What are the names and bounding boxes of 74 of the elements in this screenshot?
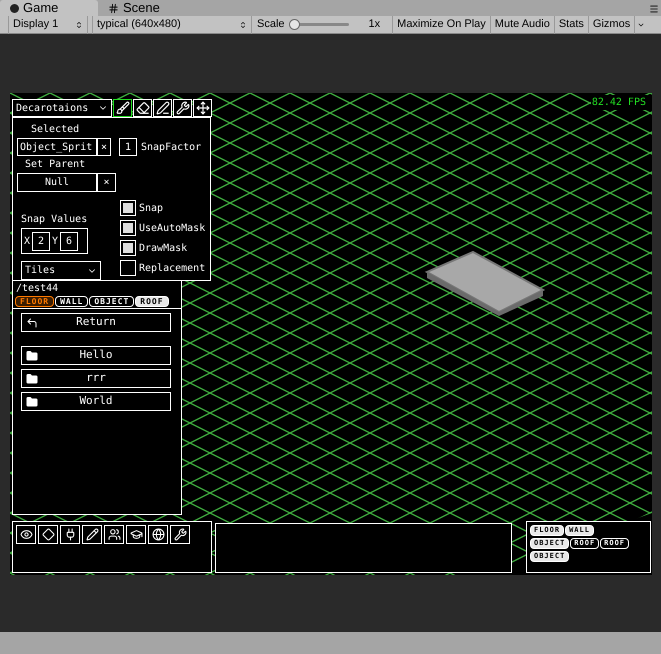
bottom-tool-button[interactable] [60, 525, 80, 544]
tool-button[interactable] [113, 99, 132, 117]
checkbox[interactable] [120, 240, 136, 256]
parent-field: Null [17, 173, 97, 192]
clear-button[interactable]: × [97, 138, 111, 156]
move-icon [196, 101, 210, 115]
clear-button[interactable]: × [97, 173, 116, 192]
folder-icon [26, 372, 38, 384]
snap-values-label: Snap Values [21, 213, 88, 227]
diamond-icon [42, 528, 54, 541]
display-dropdown[interactable]: Display 1 [8, 16, 88, 34]
x-field[interactable]: 2 [32, 232, 50, 250]
grid-icon [108, 2, 119, 14]
bottom-tool-button[interactable] [38, 525, 58, 544]
globe-icon [152, 528, 164, 541]
snap-factor-label: SnapFactor [141, 140, 202, 154]
return-icon [26, 316, 38, 328]
layer-tab[interactable]: FLOOR [15, 296, 54, 307]
scale-value: 1x [368, 17, 380, 32]
checkbox-label: DrawMask [139, 242, 188, 256]
x-label: X [24, 234, 30, 248]
editor-tab[interactable]: Game [0, 0, 98, 16]
resolution-dropdown[interactable]: typical (640x480) [92, 16, 252, 34]
category-dropdown[interactable]: Tiles [21, 261, 101, 280]
wrench-icon [176, 101, 190, 115]
scale-label: Scale [257, 17, 285, 32]
mode-dropdown[interactable]: Decarotaions [12, 99, 112, 117]
toolbar-button[interactable]: Gizmos [588, 16, 634, 34]
pen-icon [156, 101, 170, 115]
folder-button[interactable]: World [21, 392, 171, 411]
bottom-tool-button[interactable] [104, 525, 124, 544]
updown-icon [75, 20, 83, 28]
bottom-tool-button[interactable] [170, 525, 190, 544]
folder-button[interactable]: Hello [21, 346, 171, 365]
bottom-tool-button[interactable] [16, 525, 36, 544]
selected-field: Object_Sprit [17, 138, 97, 156]
parent-label: Set Parent [25, 158, 86, 172]
path-label: /test44 [16, 282, 60, 296]
scale-slider[interactable] [288, 18, 349, 30]
checkbox-label: Replacement [139, 262, 206, 276]
pencil-icon [86, 528, 98, 541]
eye-icon [20, 528, 32, 541]
fps-counter: 82.42 FPS [590, 95, 647, 110]
folder-icon [26, 396, 38, 408]
layer-tab[interactable]: ROOF [135, 296, 169, 307]
editor-tab[interactable]: Scene [98, 0, 196, 16]
layer-tab[interactable]: OBJECT [89, 296, 134, 307]
checkbox[interactable] [120, 220, 136, 236]
bottom-tool-button[interactable] [148, 525, 168, 544]
bottom-tool-button[interactable] [126, 525, 146, 544]
return-button[interactable]: Return [21, 313, 171, 332]
wrench-icon [174, 528, 186, 541]
folder-icon [26, 350, 38, 362]
checkbox[interactable] [120, 200, 136, 216]
selected-label: Selected [31, 123, 80, 137]
bottom-tool-button[interactable] [82, 525, 102, 544]
y-field[interactable]: 6 [60, 232, 78, 250]
plug-icon [64, 528, 76, 541]
checkbox-label: UseAutoMask [139, 222, 206, 236]
snap-factor-field[interactable]: 1 [119, 138, 137, 156]
checkbox[interactable] [120, 260, 136, 276]
checkbox-label: Snap [139, 202, 164, 216]
y-label: Y [52, 234, 58, 248]
users-icon [108, 528, 120, 541]
folder-button[interactable]: rrr [21, 369, 171, 388]
toolbar-button[interactable]: Stats [554, 16, 588, 34]
cap-icon [130, 528, 142, 541]
layer-tab[interactable]: WALL [55, 296, 88, 307]
brush-icon [116, 101, 130, 115]
toolbar-button[interactable]: Maximize On Play [392, 16, 490, 34]
updown-icon [239, 20, 247, 28]
eraser-icon [136, 101, 150, 115]
toolbar-button[interactable]: Mute Audio [490, 16, 554, 34]
menu-icon[interactable] [649, 4, 659, 14]
